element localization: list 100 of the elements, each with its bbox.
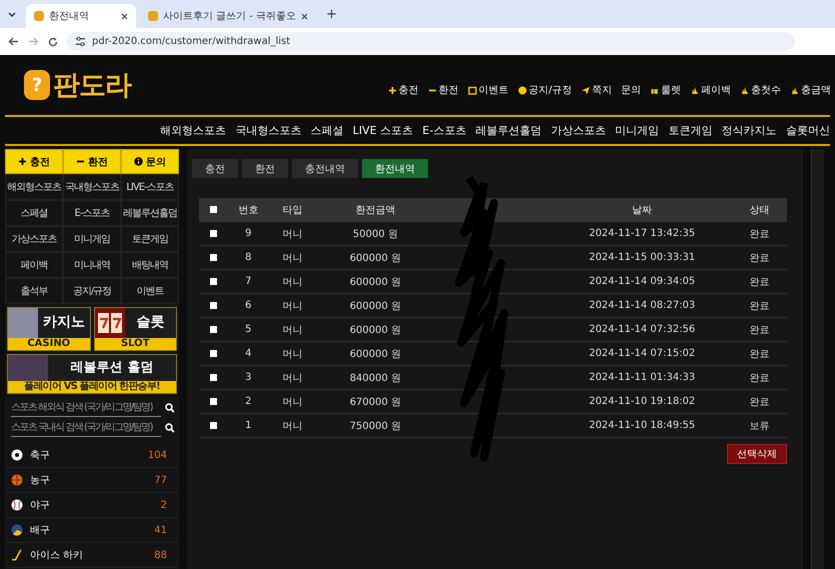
reload-icon[interactable] [48,36,58,46]
sidebar-menu-item[interactable]: 공지/규정 [63,278,121,304]
header-link[interactable]: 환전 [428,83,459,97]
row-checkbox[interactable] [210,254,218,261]
promo-banner[interactable]: 슬롯 SLOT [94,307,177,351]
table-cell: 완료 [750,348,770,360]
nav-item[interactable]: 가상스포츠 [550,123,606,138]
search-icon[interactable] [165,403,175,413]
header-link[interactable]: 문의 [621,83,641,97]
select-all-checkbox[interactable] [210,206,218,214]
header-link[interactable]: 충전 [388,83,419,97]
header-link[interactable]: 쪽지 [581,83,612,97]
quick-button[interactable]: 환전 [63,149,121,174]
table-cell: 2024-11-14 08:27:03 [588,300,696,311]
header-link[interactable]: 페이백 [690,83,731,97]
header-link[interactable]: 충금액 [790,83,831,97]
table-cell: 완료 [750,228,770,240]
sidebar-menu-item[interactable]: 출석부 [5,278,63,304]
address-bar[interactable]: pdr-2020.com/customer/withdrawal_list [67,32,795,51]
sport-item[interactable]: 농구 77 [5,468,179,493]
sidebar-menu-item[interactable]: 배팅내역 [121,252,179,278]
close-icon[interactable] [301,12,308,20]
tab[interactable]: 충전 [192,159,238,178]
sport-item[interactable]: 축구 104 [5,443,179,468]
nav-item[interactable]: LIVE 스포츠 [352,123,414,138]
table-cell: 4 [245,348,252,359]
table-cell: 2024-11-10 18:49:55 [588,420,696,431]
table-cell: 머니 [282,300,302,312]
sidebar-menu-item[interactable]: 가상스포츠 [5,226,63,252]
tab[interactable]: 환전 [242,159,288,178]
header-link[interactable]: 공지/규정 [518,83,572,97]
delete-selected-button[interactable]: 선택삭제 [727,444,787,464]
sidebar-menu-item[interactable]: 레볼루션홀덤 [121,200,179,226]
banner-title: 카지노 [42,313,86,332]
quick-button[interactable]: 충전 [5,149,63,174]
column-header: 상태 [750,205,770,216]
nav-item[interactable]: E-스포츠 [422,123,466,138]
nav-item[interactable]: 스페셜 [310,123,344,138]
sidebar-menu-item[interactable]: 스페셜 [5,200,63,226]
nav-item[interactable]: 국내형스포츠 [235,123,302,138]
header-link[interactable]: 충첫수 [740,83,781,97]
header-link[interactable]: 룰렛 [650,83,681,97]
browser-tab[interactable]: 환전내역 [26,4,136,28]
tab[interactable]: 충전내역 [292,159,358,178]
table-cell: 670000 원 [350,396,402,408]
table-cell: 완료 [750,300,770,312]
browser-tab[interactable]: 사이트후기 글쓰기 - 극쥐좋오 [140,4,316,28]
new-tab-button[interactable]: + [320,6,344,22]
sport-item[interactable]: 배구 41 [5,518,179,543]
tab[interactable]: 환전내역 [362,159,428,178]
nav-item[interactable]: 정식카지노 [722,123,777,138]
table-cell: 2 [245,396,252,407]
table-cell: 머니 [282,252,302,264]
site-settings-icon[interactable] [75,36,86,47]
sidebar-menu-item[interactable]: 토큰게임 [121,226,179,252]
row-checkbox[interactable] [210,302,218,309]
sport-item[interactable]: 야구 2 [5,493,179,518]
sidebar-menu-item[interactable]: 해외형스포츠 [5,174,63,200]
row-checkbox[interactable] [210,398,218,405]
search-icon[interactable] [165,423,175,433]
table-cell: 9 [245,228,252,239]
sidebar-menu-item[interactable]: 이벤트 [121,278,179,304]
sidebar-menu-item[interactable]: 미니게임 [63,226,121,252]
row-checkbox[interactable] [210,278,218,285]
sidebar-menu-item[interactable]: 국내형스포츠 [63,174,121,200]
sport-item[interactable]: 아이스 하키 88 [5,543,179,568]
table-cell: 2024-11-10 19:18:02 [588,396,696,407]
table-cell: 머니 [282,396,302,408]
table-cell: 완료 [750,252,770,264]
close-icon[interactable] [121,12,128,20]
header-link[interactable]: 이벤트 [468,83,509,97]
plus-icon [18,157,27,166]
row-checkbox[interactable] [210,350,218,357]
chevron-down-icon[interactable] [8,12,16,16]
promo-banner[interactable]: 레볼루션 홀덤 플레이어 VS 플레이어 한판승부! [7,354,177,394]
nav-item[interactable]: 레볼루션홀덤 [476,123,542,138]
sidebar-menu-item[interactable]: E-스포츠 [63,200,121,226]
nav-item[interactable]: 토큰게임 [668,123,712,138]
table-cell: 머니 [282,348,302,360]
search-field[interactable]: 스포츠 국내식 검색 (국가/리그명/팀명) [11,419,162,437]
table-cell: 머니 [282,324,302,336]
sidebar-menu-item[interactable]: 페이백 [5,252,63,278]
back-arrow-icon[interactable] [8,37,19,46]
row-checkbox[interactable] [210,374,218,381]
row-checkbox[interactable] [210,230,218,237]
column-header: 날짜 [632,205,652,216]
quick-button[interactable]: 문의 [121,149,179,174]
nav-item[interactable]: 슬롯머신 [786,123,830,138]
promo-banner[interactable]: 카지노 CASINO [7,307,90,351]
table-cell: 840000 원 [350,372,402,384]
photo-placeholder [8,355,48,381]
search-field[interactable]: 스포츠 해외식 검색 (국가/리그명/팀명) [11,399,162,417]
nav-item[interactable]: 미니게임 [615,123,660,138]
sidebar-menu-item[interactable]: 미니내역 [63,252,121,278]
sidebar-menu-item[interactable]: LIVE-스포츠 [121,174,179,200]
banner-title: 레볼루션 홀덤 [70,359,154,377]
row-checkbox[interactable] [210,326,218,333]
logo[interactable]: ? 판도라 [24,67,131,103]
nav-item[interactable]: 해외형스포츠 [160,123,226,138]
row-checkbox[interactable] [210,422,218,429]
